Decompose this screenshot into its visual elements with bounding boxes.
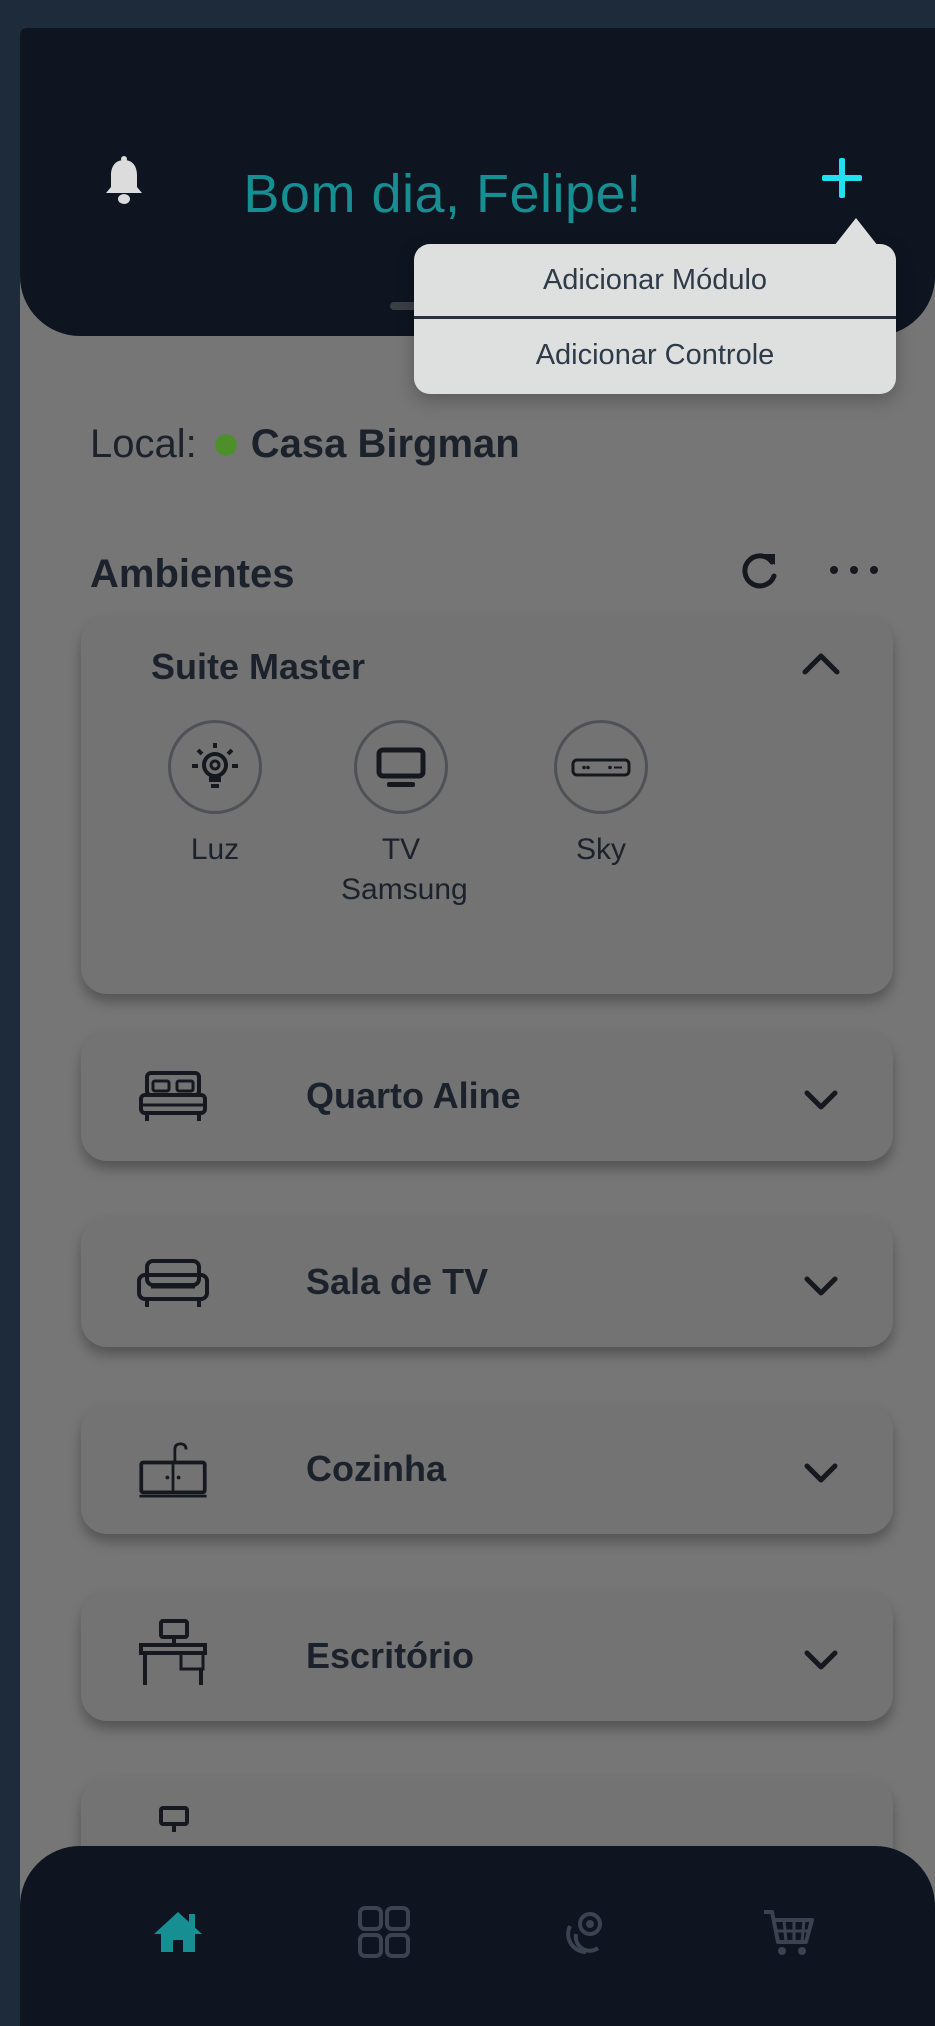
scene-icon[interactable] [558,1904,614,1960]
lightbulb-icon [192,743,238,788]
room-card-quarto-aline[interactable]: Quarto Aline [81,1031,893,1161]
room-label: Escritório [306,1635,475,1676]
room-title: Suite Master [151,646,366,687]
add-menu-popover: Adicionar Módulo Adicionar Controle [414,218,896,394]
device-tv-samsung[interactable]: TV Samsung [321,720,481,910]
device-label: Sky [575,833,626,866]
add-control-menu-item[interactable]: Adicionar Controle [414,319,896,392]
device-icon-circle [168,720,262,814]
desk-icon [139,1619,207,1685]
device-label: TV Samsung [341,833,468,906]
set-top-box-icon [571,758,631,777]
room-card-cozinha[interactable]: Cozinha [81,1404,893,1534]
location-row[interactable]: Local: Casa Birgman [90,422,520,467]
location-label: Local: [90,422,197,466]
add-module-menu-item[interactable]: Adicionar Módulo [414,244,896,319]
bed-icon [139,1071,207,1121]
room-label: Quarto Aline [306,1075,521,1116]
chevron-down-icon[interactable] [803,1462,839,1486]
room-card-suite-master[interactable]: Suite Master Luz TV Samsung Sky [81,616,893,994]
device-sky[interactable]: Sky [521,720,681,870]
chevron-down-icon[interactable] [803,1649,839,1673]
more-icon[interactable] [828,564,880,576]
room-card-sala-de-tv[interactable]: Sala de TV [81,1217,893,1347]
device-icon-circle [554,720,648,814]
greeting-title: Bom dia, Felipe! [243,164,642,224]
sink-icon [139,1442,207,1498]
section-title-ambientes: Ambientes [90,552,295,596]
chevron-up-icon[interactable] [801,648,841,676]
grid-icon[interactable] [356,1904,412,1960]
bottom-nav [20,1846,935,2026]
home-icon[interactable] [150,1904,206,1960]
device-luz[interactable]: Luz [135,720,295,870]
chevron-down-icon[interactable] [803,1089,839,1113]
device-label: Luz [190,833,240,866]
refresh-icon[interactable] [736,548,782,594]
cart-icon[interactable] [760,1904,816,1960]
location-name: Casa Birgman [250,422,520,466]
sofa-icon [137,1259,209,1307]
room-card-escritorio[interactable]: Escritório [81,1591,893,1721]
chevron-down-icon[interactable] [803,1275,839,1299]
device-icon-circle [354,720,448,814]
room-label: Sala de TV [306,1261,489,1302]
room-label: Cozinha [306,1448,446,1489]
app-screen: Bom dia, Felipe! Adicionar Módulo Adicio… [20,28,935,2026]
status-dot [214,433,237,456]
plus-icon[interactable] [820,156,864,200]
tv-icon [376,747,426,787]
